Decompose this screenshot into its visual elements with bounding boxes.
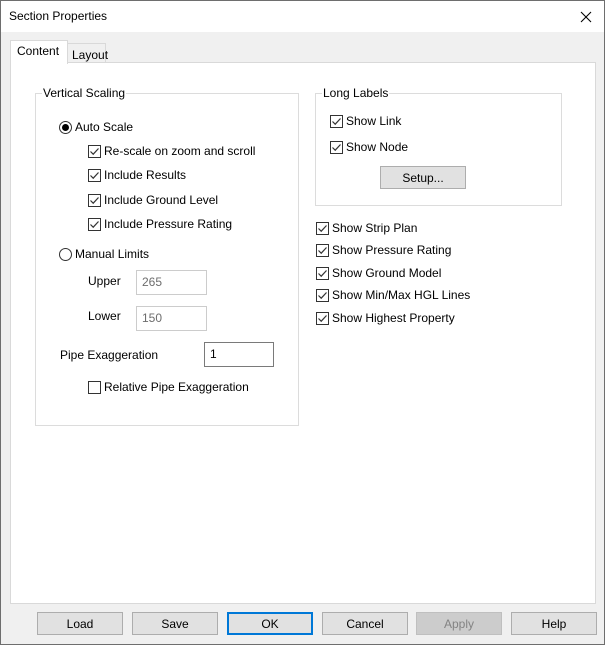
show-min-max-hgl-label: Show Min/Max HGL Lines (332, 288, 471, 302)
show-strip-plan-checkbox[interactable] (316, 221, 329, 235)
show-link-checkbox-row[interactable]: Show Link (330, 114, 401, 128)
pipe-exaggeration-input[interactable]: 1 (204, 342, 274, 367)
show-ground-model-label: Show Ground Model (332, 266, 442, 280)
upper-limit-input[interactable]: 265 (136, 270, 207, 295)
tab-layout[interactable]: Layout (67, 43, 108, 64)
checkmark-icon (90, 171, 99, 179)
apply-button[interactable]: Apply (416, 612, 502, 635)
checkmark-icon (332, 143, 341, 151)
checkmark-icon (318, 224, 327, 232)
checkmark-icon (332, 117, 341, 125)
dialog-title: Section Properties (9, 9, 108, 23)
ok-button[interactable]: OK (227, 612, 313, 635)
show-pressure-rating-checkbox-row[interactable]: Show Pressure Rating (316, 243, 451, 257)
show-min-max-hgl-checkbox-row[interactable]: Show Min/Max HGL Lines (316, 288, 470, 302)
auto-scale-radio[interactable] (59, 120, 72, 134)
show-node-checkbox[interactable] (330, 140, 343, 154)
manual-limits-label: Manual Limits (75, 247, 150, 261)
show-pressure-rating-checkbox[interactable] (316, 243, 329, 257)
include-pressure-rating-checkbox[interactable] (88, 217, 101, 231)
save-button[interactable]: Save (132, 612, 218, 635)
help-button[interactable]: Help (511, 612, 597, 635)
upper-label: Upper (88, 274, 121, 288)
show-strip-plan-label: Show Strip Plan (332, 221, 418, 235)
rescale-label: Re-scale on zoom and scroll (104, 144, 256, 158)
content-tab-panel: Vertical Scaling Auto Scale Re-scale on … (10, 62, 596, 604)
include-ground-level-checkbox-row[interactable]: Include Ground Level (88, 193, 218, 207)
lower-limit-input[interactable]: 150 (136, 306, 207, 331)
setup-button[interactable]: Setup... (380, 166, 466, 189)
include-pressure-rating-label: Include Pressure Rating (104, 217, 233, 231)
checkmark-icon (318, 246, 327, 254)
load-button[interactable]: Load (37, 612, 123, 635)
show-highest-property-label: Show Highest Property (332, 311, 455, 325)
pipe-exaggeration-label: Pipe Exaggeration (60, 348, 159, 362)
checkmark-icon (318, 314, 327, 322)
section-properties-dialog: Section Properties Content Layout Vertic… (0, 0, 605, 645)
lower-label: Lower (88, 309, 121, 323)
include-results-label: Include Results (104, 168, 187, 182)
checkmark-icon (90, 220, 99, 228)
relative-pipe-exaggeration-label: Relative Pipe Exaggeration (104, 380, 249, 394)
checkmark-icon (90, 196, 99, 204)
rescale-checkbox-row[interactable]: Re-scale on zoom and scroll (88, 144, 255, 158)
long-labels-legend: Long Labels (323, 86, 389, 100)
show-node-checkbox-row[interactable]: Show Node (330, 140, 408, 154)
close-x-icon (580, 11, 592, 22)
manual-limits-radio-row[interactable]: Manual Limits (59, 247, 149, 261)
checkmark-icon (318, 269, 327, 277)
cancel-button[interactable]: Cancel (322, 612, 408, 635)
include-ground-level-checkbox[interactable] (88, 193, 101, 207)
include-results-checkbox[interactable] (88, 168, 101, 182)
show-ground-model-checkbox-row[interactable]: Show Ground Model (316, 266, 441, 280)
close-button[interactable] (568, 1, 604, 32)
show-node-label: Show Node (346, 140, 409, 154)
checkmark-icon (90, 147, 99, 155)
include-results-checkbox-row[interactable]: Include Results (88, 168, 186, 182)
title-bar: Section Properties (1, 1, 604, 32)
include-ground-level-label: Include Ground Level (104, 193, 219, 207)
show-ground-model-checkbox[interactable] (316, 266, 329, 280)
show-strip-plan-checkbox-row[interactable]: Show Strip Plan (316, 221, 417, 235)
auto-scale-radio-row[interactable]: Auto Scale (59, 120, 133, 134)
show-pressure-rating-label: Show Pressure Rating (332, 243, 452, 257)
show-highest-property-checkbox-row[interactable]: Show Highest Property (316, 311, 455, 325)
auto-scale-label: Auto Scale (75, 120, 134, 134)
manual-limits-radio[interactable] (59, 247, 72, 261)
rescale-checkbox[interactable] (88, 144, 101, 158)
checkmark-icon (318, 291, 327, 299)
vertical-scaling-legend: Vertical Scaling (43, 86, 126, 100)
relative-pipe-exaggeration-checkbox[interactable] (88, 380, 101, 394)
relative-pipe-exaggeration-checkbox-row[interactable]: Relative Pipe Exaggeration (88, 380, 249, 394)
include-pressure-rating-checkbox-row[interactable]: Include Pressure Rating (88, 217, 232, 231)
show-min-max-hgl-checkbox[interactable] (316, 288, 329, 302)
tab-content[interactable]: Content (10, 40, 68, 64)
show-link-checkbox[interactable] (330, 114, 343, 128)
show-link-label: Show Link (346, 114, 402, 128)
show-highest-property-checkbox[interactable] (316, 311, 329, 325)
